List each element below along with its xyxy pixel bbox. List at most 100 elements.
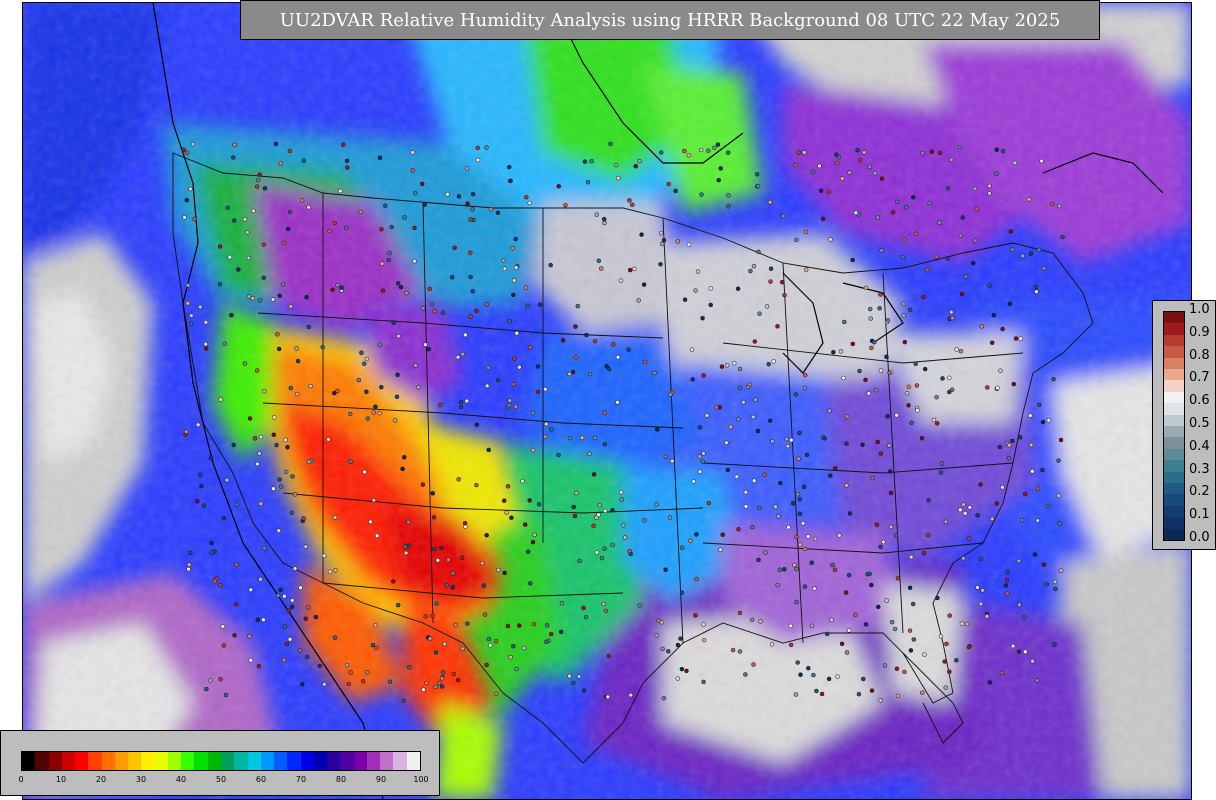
- station-marker: [788, 623, 793, 629]
- station-marker: [465, 621, 470, 626]
- station-marker: [502, 266, 508, 271]
- relative-humidity-colorbar-segment: [406, 752, 421, 770]
- station-marker: [871, 340, 877, 345]
- station-marker: [782, 292, 787, 298]
- station-marker: [278, 484, 284, 489]
- station-marker: [656, 618, 661, 623]
- station-marker: [281, 240, 286, 246]
- station-marker: [1053, 586, 1058, 592]
- station-marker: [999, 670, 1005, 676]
- station-marker: [592, 435, 598, 441]
- relative-humidity-colorbar-tick: 80: [335, 775, 347, 784]
- station-marker: [543, 434, 548, 439]
- relative-humidity-colorbar-tick: 20: [95, 775, 107, 784]
- station-marker: [449, 275, 455, 280]
- station-marker: [1057, 203, 1062, 209]
- station-marker: [762, 472, 767, 478]
- station-marker: [430, 613, 435, 619]
- relative-humidity-colorbar-segment: [287, 752, 302, 770]
- station-marker: [694, 576, 699, 582]
- relative-humidity-colorbar-segment: [300, 752, 315, 770]
- observation-colorbar-label: 0.9: [1189, 324, 1210, 340]
- station-marker: [567, 435, 573, 441]
- station-marker: [693, 288, 698, 293]
- station-marker: [627, 267, 633, 273]
- station-marker: [484, 532, 489, 538]
- observation-colorbar-swatch: [1164, 334, 1184, 347]
- station-marker: [271, 486, 276, 491]
- station-marker: [400, 466, 405, 472]
- station-marker: [306, 605, 311, 610]
- station-marker: [470, 191, 476, 197]
- observation-colorbar-swatch: [1164, 483, 1184, 495]
- station-marker: [406, 519, 411, 525]
- station-marker: [597, 503, 602, 508]
- station-marker: [818, 188, 824, 193]
- station-marker: [330, 287, 335, 292]
- station-marker: [795, 491, 800, 497]
- station-marker: [271, 432, 277, 438]
- station-marker: [1003, 583, 1009, 588]
- station-marker: [857, 368, 862, 374]
- station-marker: [874, 522, 880, 527]
- station-marker: [800, 521, 806, 526]
- station-marker: [751, 478, 757, 483]
- station-marker: [802, 150, 807, 155]
- station-marker: [362, 361, 367, 366]
- observation-colorbar-swatch: [1164, 437, 1184, 450]
- station-marker: [794, 566, 799, 572]
- station-marker: [615, 400, 620, 405]
- station-marker: [690, 377, 695, 382]
- station-marker: [792, 562, 797, 568]
- station-marker: [627, 198, 632, 203]
- station-marker: [282, 593, 287, 599]
- station-marker: [895, 693, 901, 699]
- station-marker: [231, 218, 237, 223]
- station-marker: [424, 680, 429, 686]
- relative-humidity-colorbar-segment: [141, 752, 156, 770]
- station-marker: [802, 385, 808, 391]
- station-marker: [1020, 253, 1025, 259]
- station-marker: [725, 467, 731, 473]
- station-marker: [860, 442, 865, 448]
- station-marker: [771, 359, 776, 364]
- station-marker: [398, 284, 404, 290]
- station-marker: [866, 391, 872, 396]
- station-marker: [980, 588, 985, 593]
- station-marker: [301, 516, 306, 521]
- station-marker: [288, 385, 294, 391]
- relative-humidity-colorbar-tick: 100: [413, 775, 429, 784]
- station-marker: [837, 533, 842, 538]
- station-marker: [720, 532, 725, 537]
- station-marker: [594, 212, 600, 217]
- station-marker: [855, 147, 860, 153]
- station-marker: [943, 519, 949, 525]
- station-marker: [812, 586, 817, 591]
- station-marker: [913, 361, 918, 367]
- station-marker: [604, 364, 609, 369]
- relative-humidity-colorbar-segment: [353, 752, 368, 770]
- station-marker: [195, 422, 201, 428]
- station-marker: [1021, 615, 1027, 620]
- station-marker: [1013, 336, 1019, 341]
- station-marker: [684, 668, 689, 674]
- station-marker: [804, 452, 810, 458]
- station-marker: [838, 349, 844, 354]
- station-marker: [875, 439, 880, 445]
- station-marker: [958, 348, 964, 354]
- station-marker: [511, 292, 516, 298]
- station-marker: [188, 186, 193, 192]
- station-marker: [484, 145, 489, 150]
- station-marker: [287, 148, 293, 154]
- station-marker: [743, 489, 749, 495]
- station-marker: [556, 452, 561, 458]
- station-marker: [536, 502, 542, 507]
- station-marker: [697, 425, 703, 430]
- station-marker: [1017, 435, 1023, 440]
- station-marker: [217, 244, 223, 249]
- station-marker: [756, 557, 761, 563]
- station-marker: [975, 513, 980, 518]
- station-marker: [867, 164, 872, 170]
- station-marker: [776, 514, 781, 519]
- station-marker: [892, 626, 898, 632]
